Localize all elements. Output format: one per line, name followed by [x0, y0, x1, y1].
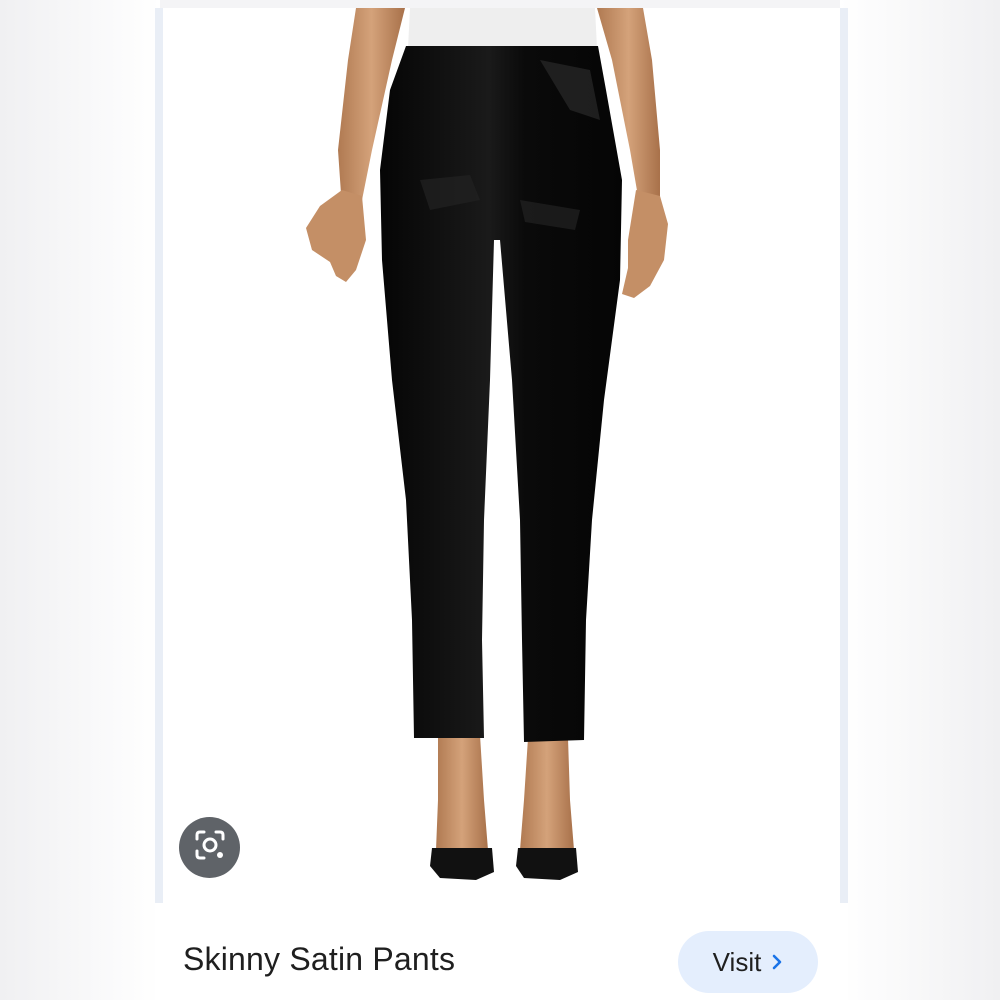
product-image[interactable] [163, 8, 840, 903]
visit-button-label: Visit [712, 946, 762, 977]
right-backdrop [840, 0, 1000, 1000]
chevron-right-icon [771, 953, 783, 971]
product-title[interactable]: Skinny Satin Pants [183, 941, 455, 978]
google-lens-icon [193, 828, 227, 867]
visit-button[interactable]: Visit [678, 931, 818, 993]
image-result-card[interactable] [155, 8, 848, 1000]
left-backdrop [0, 0, 160, 1000]
lens-search-button[interactable] [179, 817, 240, 878]
